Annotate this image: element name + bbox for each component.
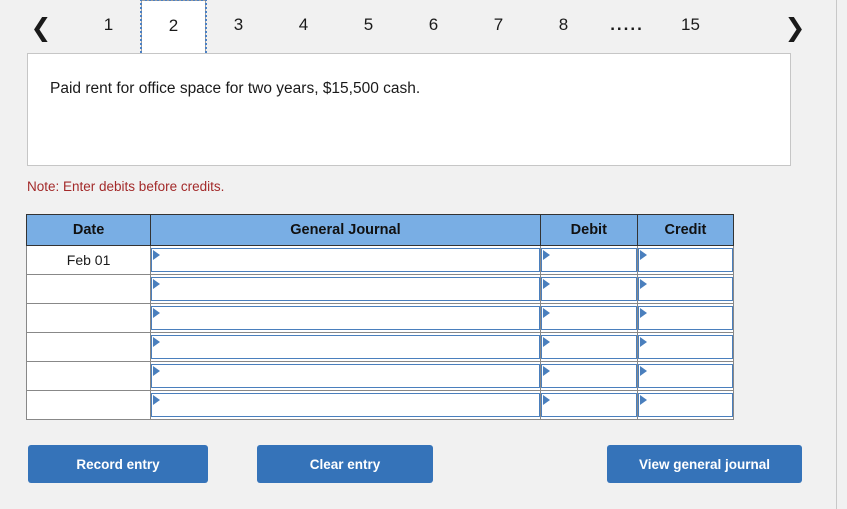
page-tab-8[interactable]: 8 xyxy=(531,0,596,56)
general-journal-input[interactable] xyxy=(151,306,540,330)
note-text: Note: Enter debits before credits. xyxy=(27,179,224,194)
debit-input[interactable] xyxy=(541,364,637,388)
page-tab-7[interactable]: 7 xyxy=(466,0,531,56)
debit-input[interactable] xyxy=(541,248,637,272)
page-gutter-divider xyxy=(836,0,837,509)
page-tab-list: 1 2 3 4 5 6 7 8 ..... 15 xyxy=(76,0,723,56)
page-tab-6[interactable]: 6 xyxy=(401,0,466,56)
debit-input[interactable] xyxy=(541,393,637,417)
view-general-journal-button[interactable]: View general journal xyxy=(607,445,802,483)
column-header-credit: Credit xyxy=(637,215,733,246)
column-header-general-journal: General Journal xyxy=(151,215,541,246)
credit-input-cell[interactable] xyxy=(637,275,733,304)
credit-input-cell[interactable] xyxy=(637,362,733,391)
general-journal-input-cell[interactable] xyxy=(151,246,541,275)
page-tab-1[interactable]: 1 xyxy=(76,0,141,56)
date-cell xyxy=(27,333,151,362)
general-journal-table: Date General Journal Debit Credit Feb 01 xyxy=(26,214,734,420)
pagination-bar: ❮ 1 2 3 4 5 6 7 8 ..... 15 ❯ xyxy=(0,0,836,56)
table-header-row: Date General Journal Debit Credit xyxy=(27,215,734,246)
general-journal-input[interactable] xyxy=(151,248,540,272)
date-cell xyxy=(27,391,151,420)
debit-input-cell[interactable] xyxy=(540,362,637,391)
debit-input-cell[interactable] xyxy=(540,275,637,304)
page-tab-2[interactable]: 2 xyxy=(141,0,206,56)
chevron-left-icon[interactable]: ❮ xyxy=(24,8,58,46)
clear-entry-button[interactable]: Clear entry xyxy=(257,445,433,483)
general-journal-input-cell[interactable] xyxy=(151,304,541,333)
credit-input[interactable] xyxy=(638,248,733,272)
general-journal-input-cell[interactable] xyxy=(151,333,541,362)
credit-input[interactable] xyxy=(638,364,733,388)
debit-input[interactable] xyxy=(541,335,637,359)
debit-input-cell[interactable] xyxy=(540,333,637,362)
date-cell xyxy=(27,304,151,333)
debit-input-cell[interactable] xyxy=(540,304,637,333)
credit-input[interactable] xyxy=(638,393,733,417)
credit-input[interactable] xyxy=(638,306,733,330)
column-header-date: Date xyxy=(27,215,151,246)
page-ellipsis: ..... xyxy=(596,0,658,56)
credit-input-cell[interactable] xyxy=(637,246,733,275)
page-tab-4[interactable]: 4 xyxy=(271,0,336,56)
column-header-debit: Debit xyxy=(540,215,637,246)
table-row xyxy=(27,333,734,362)
page-tab-15[interactable]: 15 xyxy=(658,0,723,56)
general-journal-input[interactable] xyxy=(151,277,540,301)
credit-input-cell[interactable] xyxy=(637,391,733,420)
page-tab-5[interactable]: 5 xyxy=(336,0,401,56)
credit-input-cell[interactable] xyxy=(637,333,733,362)
table-row xyxy=(27,391,734,420)
credit-input[interactable] xyxy=(638,277,733,301)
general-journal-input-cell[interactable] xyxy=(151,391,541,420)
debit-input-cell[interactable] xyxy=(540,391,637,420)
table-row: Feb 01 xyxy=(27,246,734,275)
page-tab-3[interactable]: 3 xyxy=(206,0,271,56)
debit-input[interactable] xyxy=(541,277,637,301)
date-cell: Feb 01 xyxy=(27,246,151,275)
credit-input-cell[interactable] xyxy=(637,304,733,333)
table-row xyxy=(27,362,734,391)
credit-input[interactable] xyxy=(638,335,733,359)
general-journal-input[interactable] xyxy=(151,393,540,417)
table-row xyxy=(27,275,734,304)
debit-input-cell[interactable] xyxy=(540,246,637,275)
date-cell xyxy=(27,362,151,391)
date-cell xyxy=(27,275,151,304)
record-entry-button[interactable]: Record entry xyxy=(28,445,208,483)
general-journal-input-cell[interactable] xyxy=(151,275,541,304)
debit-input[interactable] xyxy=(541,306,637,330)
question-panel: Paid rent for office space for two years… xyxy=(27,53,791,166)
table-row xyxy=(27,304,734,333)
general-journal-input-cell[interactable] xyxy=(151,362,541,391)
general-journal-input[interactable] xyxy=(151,335,540,359)
question-text: Paid rent for office space for two years… xyxy=(50,80,790,98)
chevron-right-icon[interactable]: ❯ xyxy=(778,8,812,46)
general-journal-input[interactable] xyxy=(151,364,540,388)
